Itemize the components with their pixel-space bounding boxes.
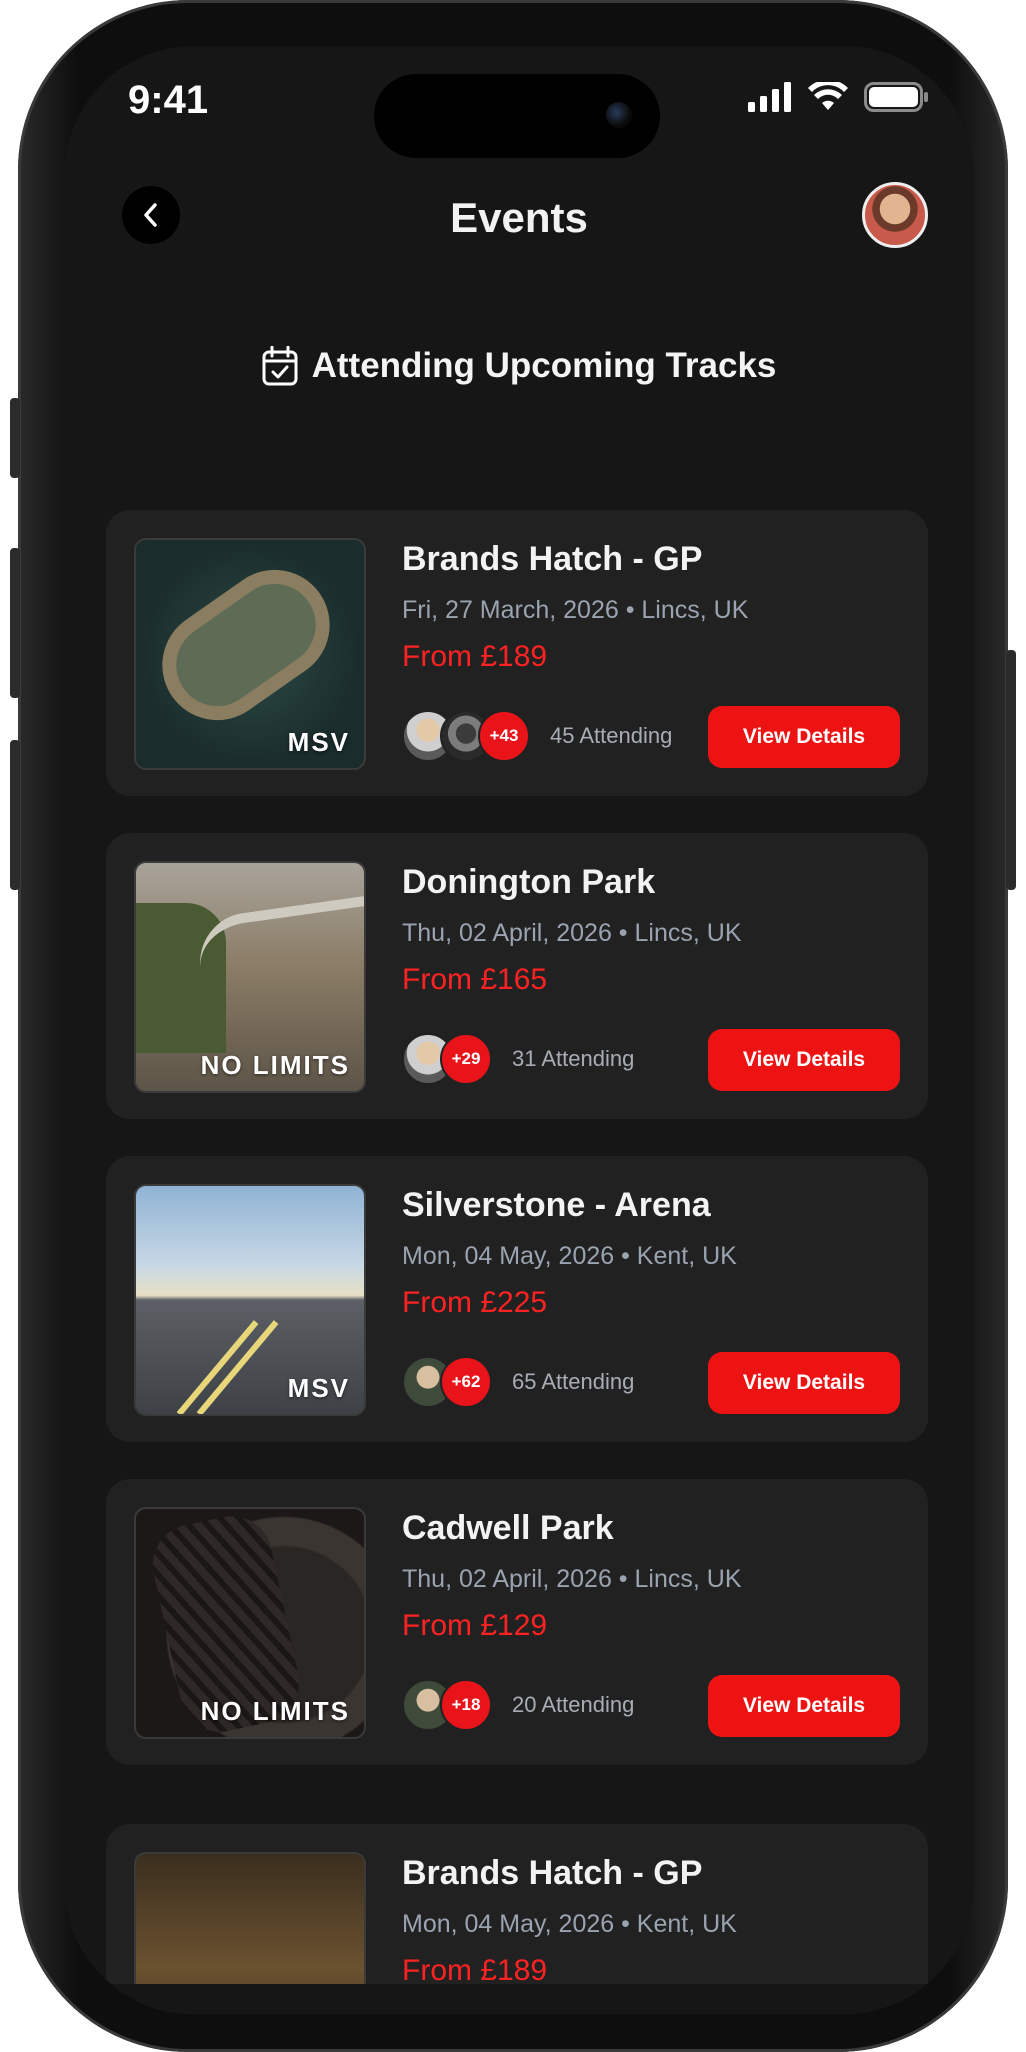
section-title: Attending Upcoming Tracks	[311, 346, 777, 385]
app-screen: 9:41 Events Attending Upcoming Tracks MS…	[64, 46, 974, 2014]
event-card[interactable]: MSV Silverstone - Arena Mon, 04 May, 202…	[106, 1156, 928, 1442]
event-price: From £189	[402, 640, 548, 673]
attending-count: 20 Attending	[512, 1692, 635, 1717]
event-price: From £225	[402, 1286, 548, 1319]
wifi-icon	[808, 82, 848, 110]
event-card[interactable]: MSV Brands Hatch - GP Fri, 27 March, 202…	[106, 510, 928, 796]
attending-count: 31 Attending	[512, 1046, 635, 1071]
attendee-count-badge: +18	[440, 1679, 492, 1731]
attending-count: 65 Attending	[512, 1369, 635, 1394]
road-line	[196, 1320, 279, 1414]
screen-bottom	[64, 1984, 974, 2014]
attendee-count-badge: +43	[478, 710, 530, 762]
view-details-button[interactable]: View Details	[708, 1352, 900, 1414]
open-road-image: MSV	[134, 1184, 366, 1416]
attendees-row: +43 45 Attending	[402, 710, 672, 762]
track-oval	[140, 548, 352, 742]
event-title: Brands Hatch - GP	[402, 1854, 703, 1892]
power-button	[1006, 650, 1016, 890]
event-title: Brands Hatch - GP	[402, 540, 703, 578]
action-button	[10, 398, 20, 478]
battery-icon	[864, 82, 928, 112]
event-card[interactable]: NO LIMITS Donington Park Thu, 02 April, …	[106, 833, 928, 1119]
thumb-label: NO LIMITS	[200, 1696, 350, 1726]
road-line	[176, 1320, 259, 1414]
event-title: Cadwell Park	[402, 1509, 614, 1547]
thumb-label: MSV	[287, 1373, 350, 1403]
event-price: From £165	[402, 963, 548, 996]
page-title: Events	[450, 194, 588, 241]
profile-avatar[interactable]	[862, 182, 928, 248]
event-date-location: Thu, 02 April, 2026 • Lincs, UK	[402, 1565, 742, 1593]
event-date-location: Mon, 04 May, 2026 • Kent, UK	[402, 1910, 737, 1938]
overpass-road-image: NO LIMITS	[134, 861, 366, 1093]
attendees-row: +18 20 Attending	[402, 1679, 634, 1731]
event-card[interactable]: NO LIMITS Cadwell Park Thu, 02 April, 20…	[106, 1479, 928, 1765]
attending-count: 45 Attending	[550, 723, 673, 748]
event-price: From £189	[402, 1954, 548, 1987]
signal-icon	[748, 82, 791, 112]
event-date-location: Fri, 27 March, 2026 • Lincs, UK	[402, 596, 749, 624]
bridge-deck	[193, 886, 364, 970]
view-details-button[interactable]: View Details	[708, 1675, 900, 1737]
event-date-location: Mon, 04 May, 2026 • Kent, UK	[402, 1242, 737, 1270]
attendees-row: +29 31 Attending	[402, 1033, 634, 1085]
volume-up-button	[10, 548, 20, 698]
calendar-check-icon	[262, 346, 298, 386]
event-price: From £129	[402, 1609, 548, 1642]
status-icons	[748, 82, 928, 112]
attendee-count-badge: +29	[440, 1033, 492, 1085]
camera-icon	[606, 102, 632, 128]
event-title: Silverstone - Arena	[402, 1186, 711, 1224]
thumb-label: MSV	[287, 727, 350, 757]
view-details-button[interactable]: View Details	[708, 1029, 900, 1091]
tire-image: NO LIMITS	[134, 1507, 366, 1739]
view-details-button[interactable]: View Details	[708, 706, 900, 768]
event-title: Donington Park	[402, 863, 656, 901]
thumb-label: NO LIMITS	[200, 1050, 350, 1080]
volume-down-button	[10, 740, 20, 890]
aerial-track-image: MSV	[134, 538, 366, 770]
status-time: 9:41	[128, 78, 209, 122]
attendee-count-badge: +62	[440, 1356, 492, 1408]
event-date-location: Thu, 02 April, 2026 • Lincs, UK	[402, 919, 742, 947]
trees-shape	[136, 903, 226, 1053]
attendees-row: +62 65 Attending	[402, 1356, 634, 1408]
dynamic-island	[374, 74, 660, 158]
section-heading: Attending Upcoming Tracks	[64, 346, 974, 386]
header: Events	[64, 166, 974, 266]
